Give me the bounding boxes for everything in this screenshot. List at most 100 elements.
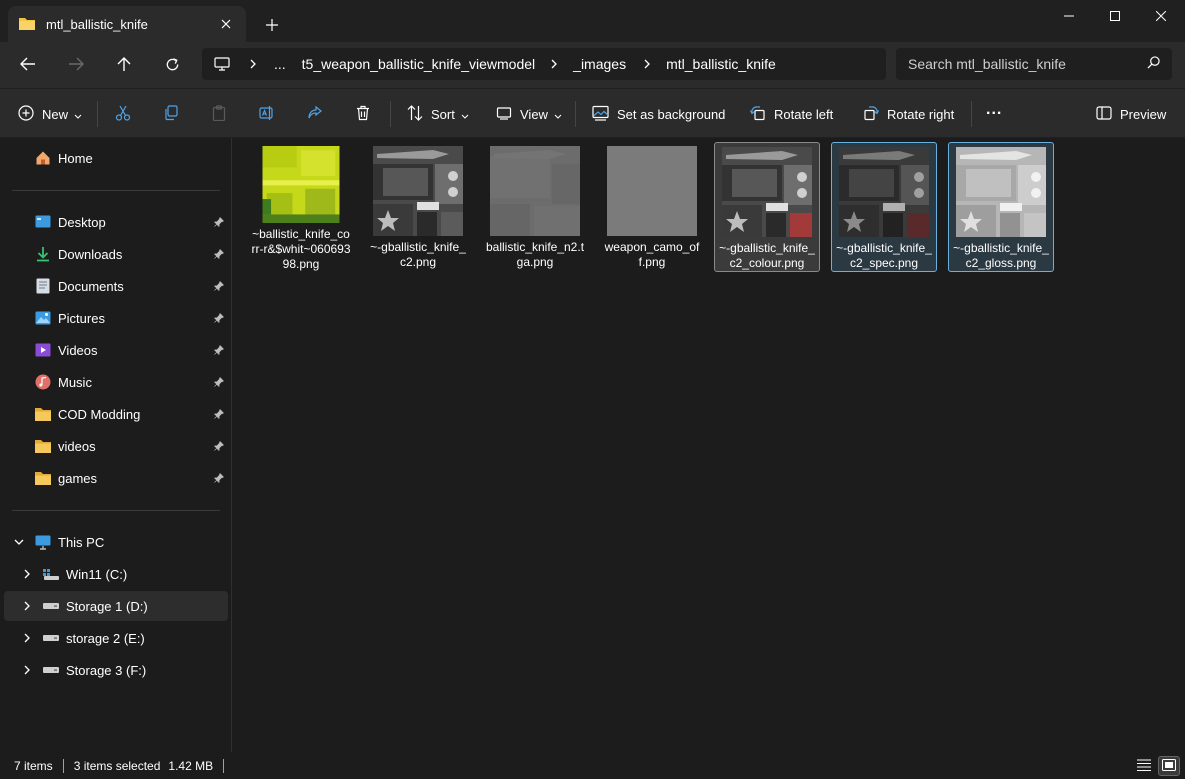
close-window-button[interactable]	[1138, 0, 1184, 32]
file-item[interactable]: ~-gballistic_knife_c2.png	[365, 142, 471, 272]
chevron-right-icon[interactable]	[18, 597, 36, 615]
file-item[interactable]: ~ballistic_knife_corr-r&$whit~06069398.p…	[248, 142, 354, 272]
pin-icon[interactable]	[213, 247, 225, 262]
desktop-icon	[34, 213, 52, 231]
file-thumbnail	[839, 147, 929, 237]
cut-button[interactable]	[115, 102, 131, 126]
preview-pane-button[interactable]: Preview	[1096, 102, 1166, 126]
chevron-down-icon[interactable]	[10, 533, 28, 551]
this-pc-icon	[34, 533, 52, 551]
sidebar-item-drive-c[interactable]: Win11 (C:)	[4, 559, 228, 589]
view-label: View	[520, 106, 548, 122]
sidebar-item-label: Music	[58, 374, 92, 390]
file-thumbnail	[607, 146, 697, 236]
chevron-right-icon[interactable]	[18, 565, 36, 583]
file-item[interactable]: ballistic_knife_n2.tga.png	[482, 142, 588, 272]
sidebar-item-videos-folder[interactable]: videos	[4, 431, 228, 461]
file-name: ~-gballistic_knife_c2_gloss.png	[953, 241, 1049, 270]
sidebar-item-games[interactable]: games	[4, 463, 228, 493]
close-tab-icon[interactable]	[216, 14, 236, 34]
chevron-right-icon[interactable]	[18, 661, 36, 679]
pin-icon[interactable]	[213, 375, 225, 390]
sidebar-item-music[interactable]: Music	[4, 367, 228, 397]
back-button[interactable]	[12, 50, 44, 78]
toolbar-divider	[390, 101, 391, 127]
pin-icon[interactable]	[213, 215, 225, 230]
details-view-button[interactable]	[1133, 756, 1155, 776]
search-icon[interactable]	[1147, 56, 1160, 72]
sidebar-item-label: Storage 3 (F:)	[66, 662, 147, 678]
new-button[interactable]: New	[18, 102, 82, 126]
computer-icon[interactable]	[214, 57, 232, 71]
file-item-selected[interactable]: ~-gballistic_knife_c2_spec.png	[831, 142, 937, 272]
delete-button[interactable]	[355, 102, 371, 126]
file-item[interactable]: weapon_camo_off.png	[599, 142, 705, 272]
refresh-button[interactable]	[156, 50, 188, 78]
rotate-right-label: Rotate right	[887, 106, 955, 122]
search-input[interactable]	[908, 56, 1147, 72]
file-item-selected[interactable]: ~-gballistic_knife_c2_colour.png	[714, 142, 820, 272]
new-tab-button[interactable]	[260, 13, 284, 37]
maximize-button[interactable]	[1092, 0, 1138, 32]
toolbar-divider	[97, 101, 98, 127]
tab-label: mtl_ballistic_knife	[46, 16, 148, 32]
sidebar-item-videos[interactable]: Videos	[4, 335, 228, 365]
breadcrumb-segment[interactable]: _images	[573, 56, 626, 72]
chevron-right-icon[interactable]	[244, 59, 262, 69]
rotate-left-button[interactable]: Rotate left	[749, 102, 833, 126]
pin-icon[interactable]	[213, 407, 225, 422]
set-as-background-button[interactable]: Set as background	[592, 102, 725, 126]
sidebar-item-label: COD Modding	[58, 406, 141, 422]
sidebar-item-pictures[interactable]: Pictures	[4, 303, 228, 333]
file-item-selected[interactable]: ~-gballistic_knife_c2_gloss.png	[948, 142, 1054, 272]
minimize-button[interactable]	[1046, 0, 1092, 32]
share-button[interactable]	[307, 102, 323, 126]
chevron-right-icon[interactable]	[18, 629, 36, 647]
sidebar-item-documents[interactable]: Documents	[4, 271, 228, 301]
pin-icon[interactable]	[213, 279, 225, 294]
sort-label: Sort	[431, 106, 455, 122]
up-button[interactable]	[108, 50, 140, 78]
paste-button[interactable]	[211, 102, 227, 126]
pin-icon[interactable]	[213, 343, 225, 358]
large-icons-view-button[interactable]	[1158, 756, 1180, 776]
music-icon	[34, 373, 52, 391]
breadcrumb-current[interactable]: mtl_ballistic_knife	[666, 56, 776, 72]
copy-button[interactable]	[163, 102, 179, 126]
sidebar-item-desktop[interactable]: Desktop	[4, 207, 228, 237]
sidebar-item-this-pc[interactable]: This PC	[4, 527, 228, 557]
sidebar-item-drive-e[interactable]: storage 2 (E:)	[4, 623, 228, 653]
pin-icon[interactable]	[213, 471, 225, 486]
sidebar-item-home[interactable]: Home	[4, 143, 228, 173]
scissors-icon	[115, 105, 131, 124]
chevron-right-icon[interactable]	[638, 59, 656, 69]
file-name: ~-gballistic_knife_c2_spec.png	[836, 241, 932, 270]
set-as-background-label: Set as background	[617, 106, 726, 122]
pin-icon[interactable]	[213, 439, 225, 454]
address-row: ... t5_weapon_ballistic_knife_viewmodel …	[0, 42, 1185, 88]
rename-button[interactable]	[259, 102, 275, 126]
sort-button[interactable]: Sort	[407, 102, 469, 126]
breadcrumb-segment[interactable]: t5_weapon_ballistic_knife_viewmodel	[302, 56, 535, 72]
breadcrumb-overflow[interactable]: ...	[274, 56, 286, 72]
sort-icon	[407, 104, 423, 124]
address-bar[interactable]: ... t5_weapon_ballistic_knife_viewmodel …	[202, 48, 886, 80]
file-thumbnail	[262, 146, 340, 223]
pin-icon[interactable]	[213, 311, 225, 326]
forward-button[interactable]	[60, 50, 92, 78]
plus-circle-icon	[18, 104, 34, 124]
chevron-right-icon[interactable]	[545, 59, 563, 69]
view-button[interactable]: View	[496, 102, 562, 126]
more-options-button[interactable]: ...	[986, 101, 1002, 126]
search-box[interactable]	[896, 48, 1172, 80]
new-label: New	[42, 106, 69, 122]
copy-icon	[163, 104, 179, 124]
home-icon	[34, 149, 52, 167]
rotate-right-button[interactable]: Rotate right	[863, 102, 954, 126]
tab-current[interactable]: mtl_ballistic_knife	[8, 6, 246, 42]
large-icons-view-icon	[1162, 758, 1176, 774]
sidebar-item-drive-d[interactable]: Storage 1 (D:)	[4, 591, 228, 621]
sidebar-item-downloads[interactable]: Downloads	[4, 239, 228, 269]
sidebar-item-cod-modding[interactable]: COD Modding	[4, 399, 228, 429]
sidebar-item-drive-f[interactable]: Storage 3 (F:)	[4, 655, 228, 685]
